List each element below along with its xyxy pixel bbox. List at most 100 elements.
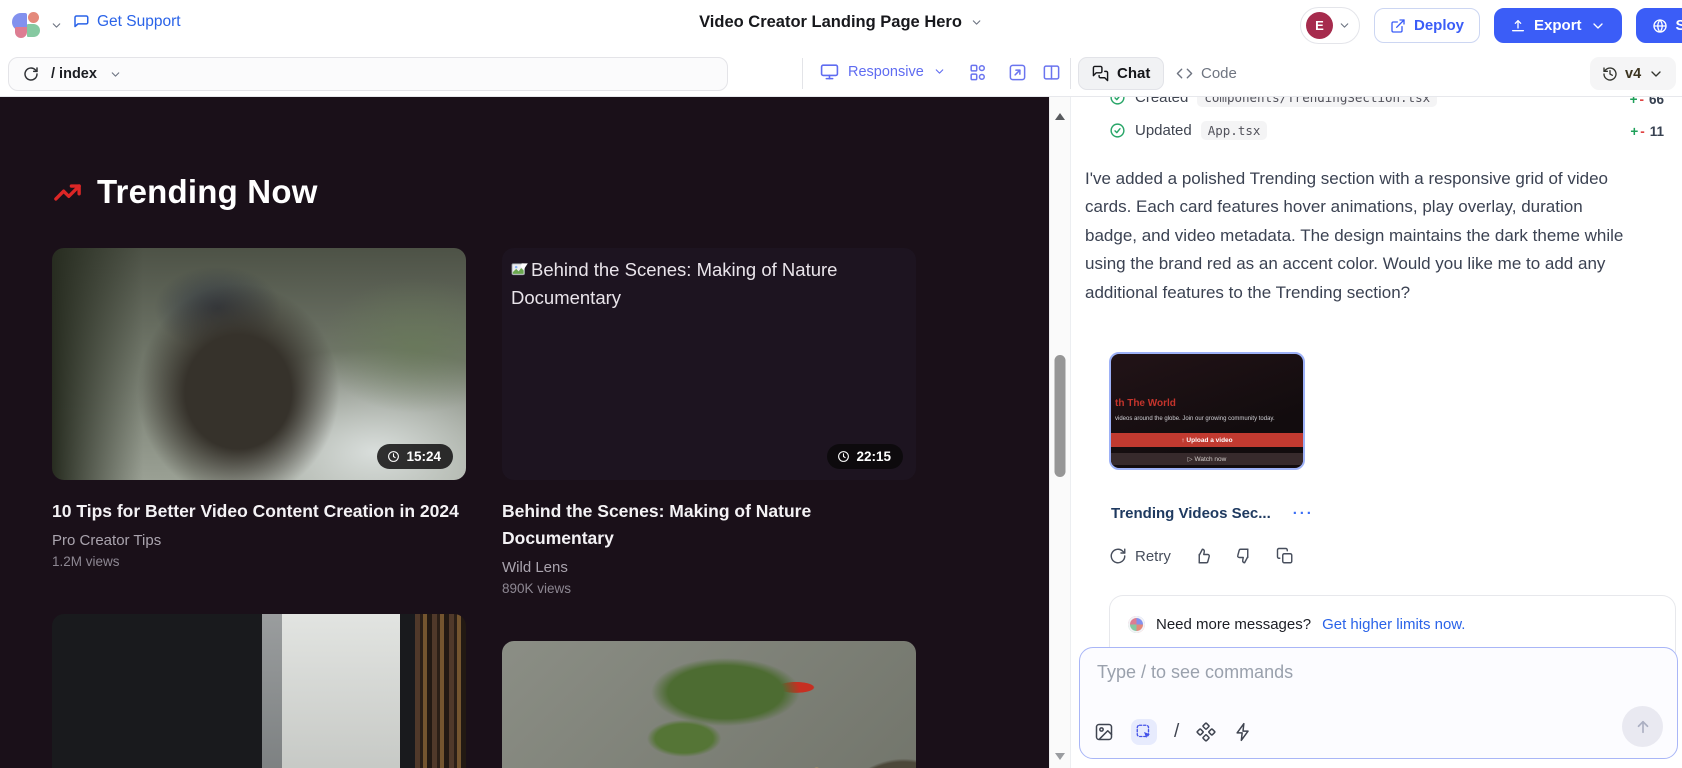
trending-up-icon bbox=[52, 177, 83, 208]
chat-tab-label: Chat bbox=[1117, 65, 1150, 82]
scroll-down-arrow[interactable] bbox=[1055, 753, 1065, 760]
split-columns-icon[interactable] bbox=[1042, 63, 1061, 82]
message-actions: Retry bbox=[1109, 547, 1294, 565]
video-thumbnail[interactable] bbox=[502, 641, 916, 768]
deploy-button[interactable]: Deploy bbox=[1374, 8, 1480, 43]
artifact-primary-button: ↑ Upload a video bbox=[1111, 433, 1303, 447]
globe-icon bbox=[1652, 18, 1668, 34]
divider bbox=[802, 58, 803, 89]
clock-icon bbox=[837, 450, 850, 463]
component-tree-icon[interactable] bbox=[968, 63, 987, 82]
responsive-mode-dropdown[interactable]: Responsive bbox=[820, 62, 946, 81]
account-menu[interactable]: E bbox=[1300, 7, 1360, 44]
chevron-down-icon[interactable] bbox=[50, 19, 63, 32]
slash-command-icon[interactable]: / bbox=[1174, 721, 1179, 743]
thumbs-down-icon[interactable] bbox=[1235, 547, 1253, 565]
video-thumbnail[interactable]: 15:24 bbox=[52, 248, 466, 480]
broken-image-icon bbox=[511, 263, 528, 278]
artifact-heading: th The World bbox=[1115, 398, 1176, 409]
responsive-label: Responsive bbox=[848, 64, 924, 80]
video-title[interactable]: Behind the Scenes: Making of Nature Docu… bbox=[502, 498, 910, 552]
deploy-label: Deploy bbox=[1414, 17, 1464, 34]
video-views: 1.2M views bbox=[52, 554, 466, 569]
diff-stats: +-11 bbox=[1630, 124, 1664, 139]
share-button[interactable]: Share bbox=[1636, 8, 1682, 43]
retry-icon bbox=[1109, 547, 1127, 565]
copy-icon[interactable] bbox=[1276, 547, 1294, 565]
history-icon bbox=[1602, 66, 1618, 82]
artifact-menu-dots[interactable]: ··· bbox=[1293, 505, 1314, 522]
quick-actions-icon[interactable] bbox=[1233, 722, 1253, 742]
send-button[interactable] bbox=[1622, 706, 1663, 747]
chevron-down-icon bbox=[1590, 18, 1606, 34]
share-label: Share bbox=[1676, 17, 1682, 34]
tab-code[interactable]: Code bbox=[1163, 57, 1250, 90]
banner-text: Need more messages? bbox=[1156, 616, 1311, 633]
file-change-row[interactable]: Updated App.tsx bbox=[1109, 121, 1267, 140]
chevron-down-icon bbox=[1648, 66, 1664, 82]
code-tab-label: Code bbox=[1201, 65, 1237, 82]
chevron-down-icon bbox=[970, 16, 983, 29]
divider bbox=[1070, 58, 1071, 89]
upload-icon bbox=[1510, 18, 1526, 34]
check-circle-icon bbox=[1109, 122, 1126, 139]
app-logo-mini-icon bbox=[1128, 616, 1145, 633]
project-title-menu[interactable]: Video Creator Landing Page Hero bbox=[699, 13, 983, 32]
thumbs-up-icon[interactable] bbox=[1194, 547, 1212, 565]
app-logo-icon[interactable] bbox=[12, 10, 42, 40]
assistant-message: I've added a polished Trending section w… bbox=[1085, 165, 1633, 307]
external-link-icon bbox=[1390, 18, 1406, 34]
chat-panel: Created components/TrendingSection.tsx +… bbox=[1070, 97, 1682, 768]
duration-badge: 22:15 bbox=[827, 444, 903, 469]
video-views: 890K views bbox=[502, 581, 916, 596]
arrow-up-icon bbox=[1634, 718, 1652, 736]
preview-scrollbar[interactable] bbox=[1049, 97, 1070, 768]
artifact-name-link[interactable]: Trending Videos Sec... bbox=[1111, 505, 1271, 522]
video-channel: Wild Lens bbox=[502, 559, 916, 576]
scroll-up-arrow[interactable] bbox=[1055, 113, 1065, 120]
avatar: E bbox=[1306, 12, 1333, 39]
video-thumbnail[interactable] bbox=[52, 614, 466, 768]
section-title: Trending Now bbox=[97, 173, 318, 211]
get-higher-limits-link[interactable]: Get higher limits now. bbox=[1322, 616, 1465, 633]
artifact-secondary-button: ▷ Watch now bbox=[1111, 453, 1303, 465]
page-title: Video Creator Landing Page Hero bbox=[699, 13, 962, 32]
preview-toolbar: / index Responsive Chat Code v4 bbox=[0, 50, 1682, 97]
artifact-body: videos around the globe. Join our growin… bbox=[1115, 416, 1275, 422]
scrollbar-thumb[interactable] bbox=[1055, 355, 1066, 477]
video-channel: Pro Creator Tips bbox=[52, 532, 466, 549]
select-element-icon[interactable] bbox=[1131, 719, 1157, 745]
chevron-down-icon bbox=[933, 65, 946, 78]
url-bar[interactable]: / index bbox=[8, 57, 728, 91]
chat-bubbles-icon bbox=[1092, 65, 1109, 82]
attach-image-icon[interactable] bbox=[1094, 722, 1114, 742]
design-artifact-thumbnail[interactable]: th The World videos around the globe. Jo… bbox=[1109, 352, 1305, 470]
get-support-link[interactable]: Get Support bbox=[72, 13, 181, 31]
chat-input[interactable] bbox=[1097, 662, 1517, 683]
integrations-icon[interactable] bbox=[1196, 722, 1216, 742]
retry-button[interactable]: Retry bbox=[1109, 547, 1171, 565]
duration-badge: 15:24 bbox=[377, 444, 453, 469]
clock-icon bbox=[387, 450, 400, 463]
refresh-icon[interactable] bbox=[23, 66, 39, 82]
export-button[interactable]: Export bbox=[1494, 8, 1622, 43]
tab-chat[interactable]: Chat bbox=[1078, 57, 1164, 90]
chat-input-box[interactable]: / bbox=[1079, 647, 1678, 759]
top-bar: Get Support Video Creator Landing Page H… bbox=[0, 0, 1682, 50]
code-icon bbox=[1176, 65, 1193, 82]
chevron-down-icon bbox=[1338, 19, 1351, 32]
version-history-dropdown[interactable]: v4 bbox=[1590, 57, 1676, 90]
chevron-down-icon[interactable] bbox=[109, 68, 122, 81]
broken-image-alt: Behind the Scenes: Making of Nature Docu… bbox=[511, 256, 901, 312]
video-title[interactable]: 10 Tips for Better Video Content Creatio… bbox=[52, 498, 460, 525]
monitor-icon bbox=[820, 62, 839, 81]
export-label: Export bbox=[1534, 17, 1582, 34]
route-path: / index bbox=[51, 66, 97, 82]
upgrade-banner: Need more messages? Get higher limits no… bbox=[1109, 595, 1676, 653]
speech-bubble-icon bbox=[72, 13, 90, 31]
app-window: Get Support Video Creator Landing Page H… bbox=[0, 0, 1682, 768]
get-support-label: Get Support bbox=[97, 13, 181, 31]
video-thumbnail-broken[interactable]: Behind the Scenes: Making of Nature Docu… bbox=[502, 248, 916, 480]
preview-pane: Trending Now 15:24 10 Tips for Better Vi… bbox=[0, 97, 1049, 768]
open-in-new-icon[interactable] bbox=[1008, 63, 1027, 82]
